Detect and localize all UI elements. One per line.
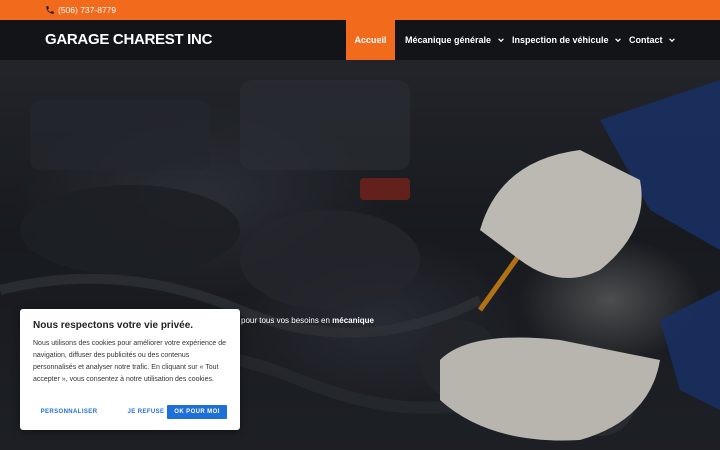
nav-item-accueil[interactable]: Accueil	[346, 20, 395, 60]
hero-tagline-text: pour tous vos besoins en	[241, 316, 333, 325]
cookie-title: Nous respectons votre vie privée.	[33, 320, 194, 331]
cookie-description: Nous utilisons des cookies pour améliore…	[33, 340, 226, 383]
chevron-down-icon	[669, 38, 675, 43]
cookie-consent-dialog: Nous respectons votre vie privée. Nous u…	[20, 309, 240, 430]
top-contact-bar: (506) 737-8779	[0, 0, 720, 20]
chevron-down-icon	[497, 38, 504, 43]
phone-icon	[46, 6, 54, 14]
nav-item-label: Inspection de véhicule	[512, 35, 609, 45]
accept-button[interactable]: OK POUR MOI	[167, 405, 227, 419]
nav-item-contact[interactable]: Contact	[629, 20, 676, 60]
customize-button[interactable]: PERSONNALISER	[33, 405, 105, 419]
nav-item-label: Mécanique générale	[405, 35, 492, 45]
hero-tagline: pour tous vos besoins en mécanique	[241, 316, 374, 326]
chevron-down-icon	[615, 38, 621, 43]
main-navbar: GARAGE CHAREST INC Accueil Mécanique gén…	[0, 20, 720, 60]
hero-tagline-emphasis: mécanique	[332, 316, 374, 325]
nav-item-inspection-vehicule[interactable]: Inspection de véhicule	[512, 20, 622, 60]
nav-item-label: Accueil	[354, 35, 387, 45]
nav-item-mecanique-generale[interactable]: Mécanique générale	[405, 20, 505, 60]
site-logo[interactable]: GARAGE CHAREST INC	[45, 31, 212, 49]
nav-item-label: Contact	[629, 35, 663, 45]
phone-number-link[interactable]: (506) 737-8779	[58, 4, 116, 16]
